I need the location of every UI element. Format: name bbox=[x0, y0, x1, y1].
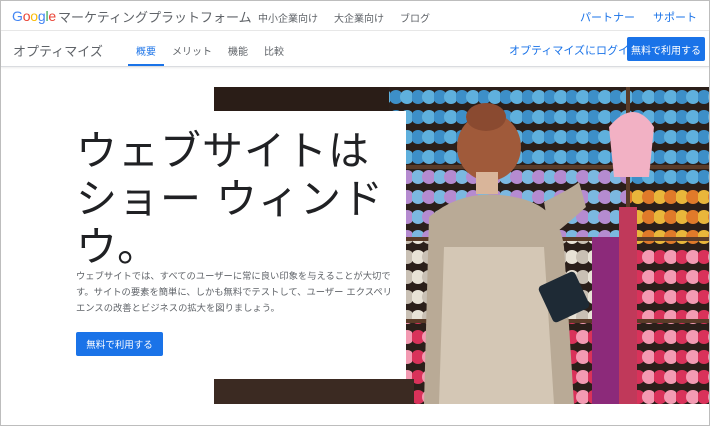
partners-link[interactable]: パートナー bbox=[580, 9, 635, 25]
support-link[interactable]: サポート bbox=[653, 9, 697, 25]
product-name[interactable]: オプティマイズ bbox=[13, 41, 103, 60]
product-tabs: 概要 メリット 機能 比較 bbox=[128, 31, 292, 66]
login-link[interactable]: オプティマイズにログイン bbox=[509, 42, 640, 58]
tab-compare[interactable]: 比較 bbox=[256, 31, 292, 66]
product-header: オプティマイズ 概要 メリット 機能 比較 オプティマイズにログイン 無料で利用… bbox=[1, 31, 709, 67]
free-trial-button-hero[interactable]: 無料で利用する bbox=[76, 332, 163, 356]
google-logo[interactable]: Google bbox=[12, 8, 56, 24]
nav-small-business[interactable]: 中小企業向け bbox=[258, 10, 318, 25]
tab-overview[interactable]: 概要 bbox=[128, 31, 164, 66]
tab-features[interactable]: 機能 bbox=[220, 31, 256, 66]
tab-benefits[interactable]: メリット bbox=[164, 31, 220, 66]
top-nav: 中小企業向け 大企業向け ブログ bbox=[258, 10, 430, 25]
top-links: パートナー サポート bbox=[580, 9, 697, 25]
hero-description: ウェブサイトでは、すべてのユーザーに常に良い印象を与えることが大切です。サイトの… bbox=[76, 271, 392, 314]
nav-blog[interactable]: ブログ bbox=[400, 10, 430, 25]
nav-enterprise[interactable]: 大企業向け bbox=[334, 10, 384, 25]
free-trial-button-header[interactable]: 無料で利用する bbox=[627, 37, 705, 61]
platform-name[interactable]: マーケティングプラットフォーム bbox=[58, 7, 252, 26]
hero-headline: ウェブサイトは ショー ウィンド ウ。 bbox=[76, 127, 385, 271]
global-header: Google マーケティングプラットフォーム 中小企業向け 大企業向け ブログ … bbox=[1, 1, 709, 31]
